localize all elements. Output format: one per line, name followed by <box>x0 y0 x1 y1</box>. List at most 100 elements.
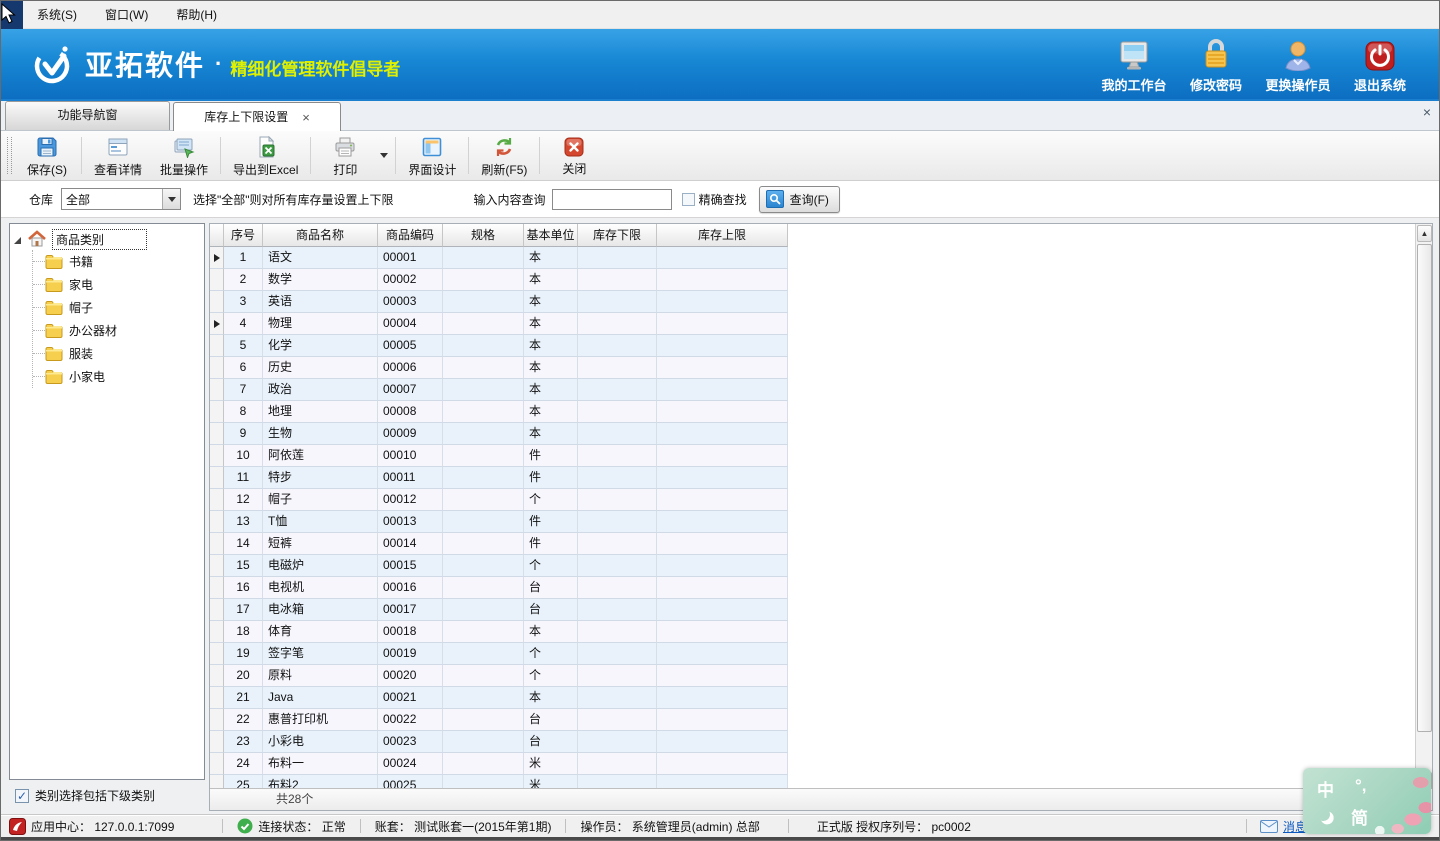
include-subcategory-checkbox[interactable]: ✓ <box>15 789 29 803</box>
table-row[interactable]: 16电视机00016台 <box>210 577 788 599</box>
header-spec[interactable]: 规格 <box>443 224 524 247</box>
header-code[interactable]: 商品编码 <box>378 224 443 247</box>
close-icon <box>564 136 584 157</box>
tab-function-nav[interactable]: 功能导航窗 <box>5 101 170 130</box>
license-text: 正式版 授权序列号： pc0002 <box>817 818 971 835</box>
table-cell <box>657 247 788 269</box>
workbench-button[interactable]: 我的工作台 <box>1093 37 1175 94</box>
table-cell <box>657 577 788 599</box>
ime-mode-indicator[interactable]: 简 <box>1351 804 1368 829</box>
table-row[interactable]: 24布料一00024米 <box>210 753 788 775</box>
table-row[interactable]: 9生物00009本 <box>210 423 788 445</box>
vertical-scrollbar[interactable]: ▲ ▼ <box>1415 224 1432 790</box>
table-row[interactable]: 4物理00004本 <box>210 313 788 335</box>
tree-item-服装[interactable]: 服装 <box>33 342 204 365</box>
tree-root-category[interactable]: 商品类别 <box>10 228 204 250</box>
tree-item-家电[interactable]: 家电 <box>33 273 204 296</box>
table-cell <box>443 643 524 665</box>
warehouse-select[interactable]: 全部 <box>61 188 181 210</box>
refresh-button[interactable]: 刷新(F5) <box>472 131 536 180</box>
table-row[interactable]: 18体育00018本 <box>210 621 788 643</box>
menu-system[interactable]: 系统(S) <box>23 1 91 29</box>
batch-operation-button[interactable]: 批量操作 <box>151 131 217 180</box>
table-cell <box>443 753 524 775</box>
table-row[interactable]: 3英语00003本 <box>210 291 788 313</box>
search-input[interactable] <box>552 189 672 210</box>
scroll-up-icon[interactable]: ▲ <box>1417 225 1432 242</box>
table-cell <box>657 357 788 379</box>
export-excel-button[interactable]: 导出到Excel <box>224 131 307 180</box>
tab-stock-limit-settings[interactable]: 库存上下限设置 × <box>173 102 341 131</box>
app-icon[interactable] <box>1 1 23 29</box>
table-row[interactable]: 1语文00001本 <box>210 247 788 269</box>
tabstrip-close-icon[interactable]: × <box>1423 104 1431 120</box>
ui-design-button[interactable]: 界面设计 <box>399 131 465 180</box>
table-row[interactable]: 11特步00011件 <box>210 467 788 489</box>
tree-expander-icon[interactable] <box>14 237 21 244</box>
tree-item-帽子[interactable]: 帽子 <box>33 296 204 319</box>
table-row[interactable]: 6历史00006本 <box>210 357 788 379</box>
header-low[interactable]: 库存下限 <box>578 224 657 247</box>
tree-item-书籍[interactable]: 书籍 <box>33 250 204 273</box>
table-cell: 00005 <box>378 335 443 357</box>
ime-lang-indicator[interactable]: 中 <box>1317 776 1334 801</box>
toolbar-grip[interactable] <box>7 137 12 174</box>
scrollbar-thumb[interactable] <box>1417 244 1432 732</box>
view-detail-button[interactable]: 查看详情 <box>85 131 151 180</box>
table-row[interactable]: 14短裤00014件 <box>210 533 788 555</box>
table-row[interactable]: 5化学00005本 <box>210 335 788 357</box>
table-cell <box>578 335 657 357</box>
print-button[interactable]: 打印 <box>314 131 376 180</box>
table-row[interactable]: 23小彩电00023台 <box>210 731 788 753</box>
header-seq[interactable]: 序号 <box>224 224 263 247</box>
table-cell: 3 <box>224 291 263 313</box>
ime-popup[interactable]: 中 °, 简 <box>1303 768 1431 834</box>
table-cell <box>578 709 657 731</box>
header-unit[interactable]: 基本单位 <box>524 224 578 247</box>
print-dropdown-caret[interactable] <box>376 131 392 180</box>
table-cell: 2 <box>224 269 263 291</box>
menu-window[interactable]: 窗口(W) <box>91 1 162 29</box>
exit-system-button[interactable]: 退出系统 <box>1339 37 1421 94</box>
table-row[interactable]: 20原料00020个 <box>210 665 788 687</box>
table-row[interactable]: 7政治00007本 <box>210 379 788 401</box>
switch-operator-button[interactable]: 更换操作员 <box>1257 37 1339 94</box>
table-row[interactable]: 19签字笔00019个 <box>210 643 788 665</box>
table-cell <box>657 401 788 423</box>
table-cell <box>210 489 224 511</box>
tree-item-办公器材[interactable]: 办公器材 <box>33 319 204 342</box>
table-cell <box>578 467 657 489</box>
table-row[interactable]: 22惠普打印机00022台 <box>210 709 788 731</box>
query-button[interactable]: 查询(F) <box>759 186 840 213</box>
table-row[interactable]: 15电磁炉00015个 <box>210 555 788 577</box>
table-cell: 件 <box>524 511 578 533</box>
table-cell: 台 <box>524 599 578 621</box>
table-row[interactable]: 2数学00002本 <box>210 269 788 291</box>
table-row[interactable]: 13T恤00013件 <box>210 511 788 533</box>
tree-connector <box>33 284 45 285</box>
close-button[interactable]: 关闭 <box>543 131 605 180</box>
menu-bar: 系统(S) 窗口(W) 帮助(H) <box>1 1 1439 29</box>
menu-help[interactable]: 帮助(H) <box>162 1 231 29</box>
table-cell: 00021 <box>378 687 443 709</box>
exact-search-checkbox[interactable] <box>682 193 695 206</box>
table-row[interactable]: 12帽子00012个 <box>210 489 788 511</box>
ime-moon-icon[interactable] <box>1316 807 1330 821</box>
tab-close-icon[interactable]: × <box>302 104 310 131</box>
change-password-button[interactable]: 修改密码 <box>1175 37 1257 94</box>
tree-item-小家电[interactable]: 小家电 <box>33 365 204 388</box>
table-row[interactable]: 21Java00021本 <box>210 687 788 709</box>
save-button[interactable]: 保存(S) <box>16 131 78 180</box>
table-cell: 00022 <box>378 709 443 731</box>
table-row[interactable]: 8地理00008本 <box>210 401 788 423</box>
header-high[interactable]: 库存上限 <box>657 224 788 247</box>
table-cell <box>443 731 524 753</box>
table-cell <box>657 599 788 621</box>
header-name[interactable]: 商品名称 <box>263 224 378 247</box>
ime-punct-indicator[interactable]: °, <box>1355 776 1367 796</box>
table-row[interactable]: 10阿依莲00010件 <box>210 445 788 467</box>
table-row[interactable]: 17电冰箱00017台 <box>210 599 788 621</box>
status-bar: 应用中心： 127.0.0.1:7099 连接状态： 正常 账套： 测试账套一(… <box>1 814 1439 840</box>
table-cell <box>210 423 224 445</box>
table-cell <box>210 269 224 291</box>
